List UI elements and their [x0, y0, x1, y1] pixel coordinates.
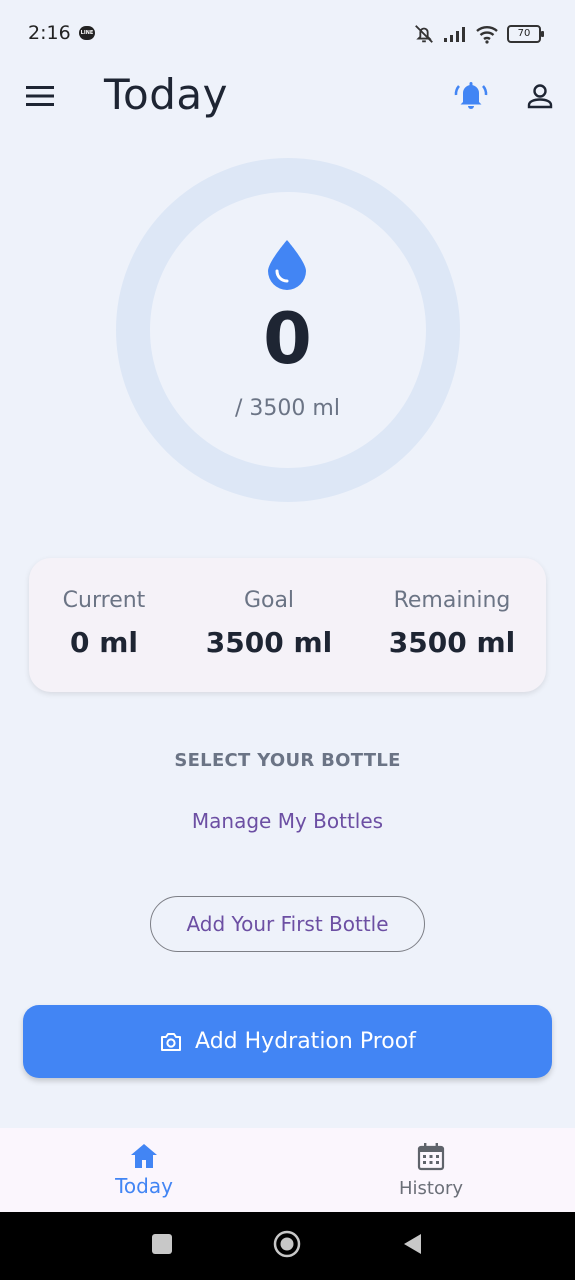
goal-amount: / 3500 ml	[235, 396, 340, 421]
current-amount: 0	[263, 298, 312, 380]
muted-bell-icon	[415, 25, 433, 43]
home-circle-icon	[273, 1230, 301, 1258]
menu-button[interactable]	[26, 84, 54, 108]
nav-label-today: Today	[115, 1174, 173, 1198]
hamburger-menu-icon	[26, 86, 54, 106]
stat-label-goal: Goal	[243, 588, 295, 613]
stat-value-remaining: 3500 ml	[388, 626, 516, 659]
recents-button[interactable]	[152, 1234, 172, 1254]
select-bottle-heading: SELECT YOUR BOTTLE	[174, 750, 401, 771]
water-drop-icon	[265, 238, 309, 290]
stats-card	[29, 558, 546, 692]
page-title: Today	[104, 70, 228, 119]
nav-item-history[interactable]: History	[331, 1128, 531, 1212]
add-hydration-proof-label: Add Hydration Proof	[195, 1029, 416, 1054]
line-notification-icon: LINE	[79, 26, 95, 40]
nav-item-today[interactable]: Today	[44, 1128, 244, 1212]
home-system-button[interactable]	[273, 1230, 301, 1258]
add-first-bottle-button[interactable]: Add Your First Bottle	[150, 896, 425, 952]
camera-icon	[161, 1032, 182, 1051]
reminder-button[interactable]	[454, 78, 488, 112]
wifi-icon	[476, 26, 498, 44]
stat-value-goal: 3500 ml	[205, 626, 333, 659]
ringing-bell-icon	[454, 82, 488, 109]
back-button[interactable]	[402, 1233, 422, 1255]
status-icons: 70	[413, 22, 544, 46]
add-hydration-proof-button[interactable]: Add Hydration Proof	[23, 1005, 552, 1078]
person-icon	[527, 84, 553, 109]
stat-label-remaining: Remaining	[393, 588, 511, 613]
home-icon	[131, 1144, 157, 1168]
battery-icon: 70	[507, 25, 544, 43]
manage-bottles-link[interactable]: Manage My Bottles	[0, 809, 575, 833]
signal-icon	[444, 27, 465, 42]
status-time: 2:16	[28, 22, 71, 44]
nav-label-history: History	[398, 1177, 464, 1199]
stat-value-current: 0 ml	[69, 626, 138, 659]
calendar-icon	[417, 1142, 445, 1170]
back-triangle-icon	[404, 1234, 421, 1254]
profile-button[interactable]	[524, 80, 556, 112]
stat-label-current: Current	[62, 588, 146, 613]
